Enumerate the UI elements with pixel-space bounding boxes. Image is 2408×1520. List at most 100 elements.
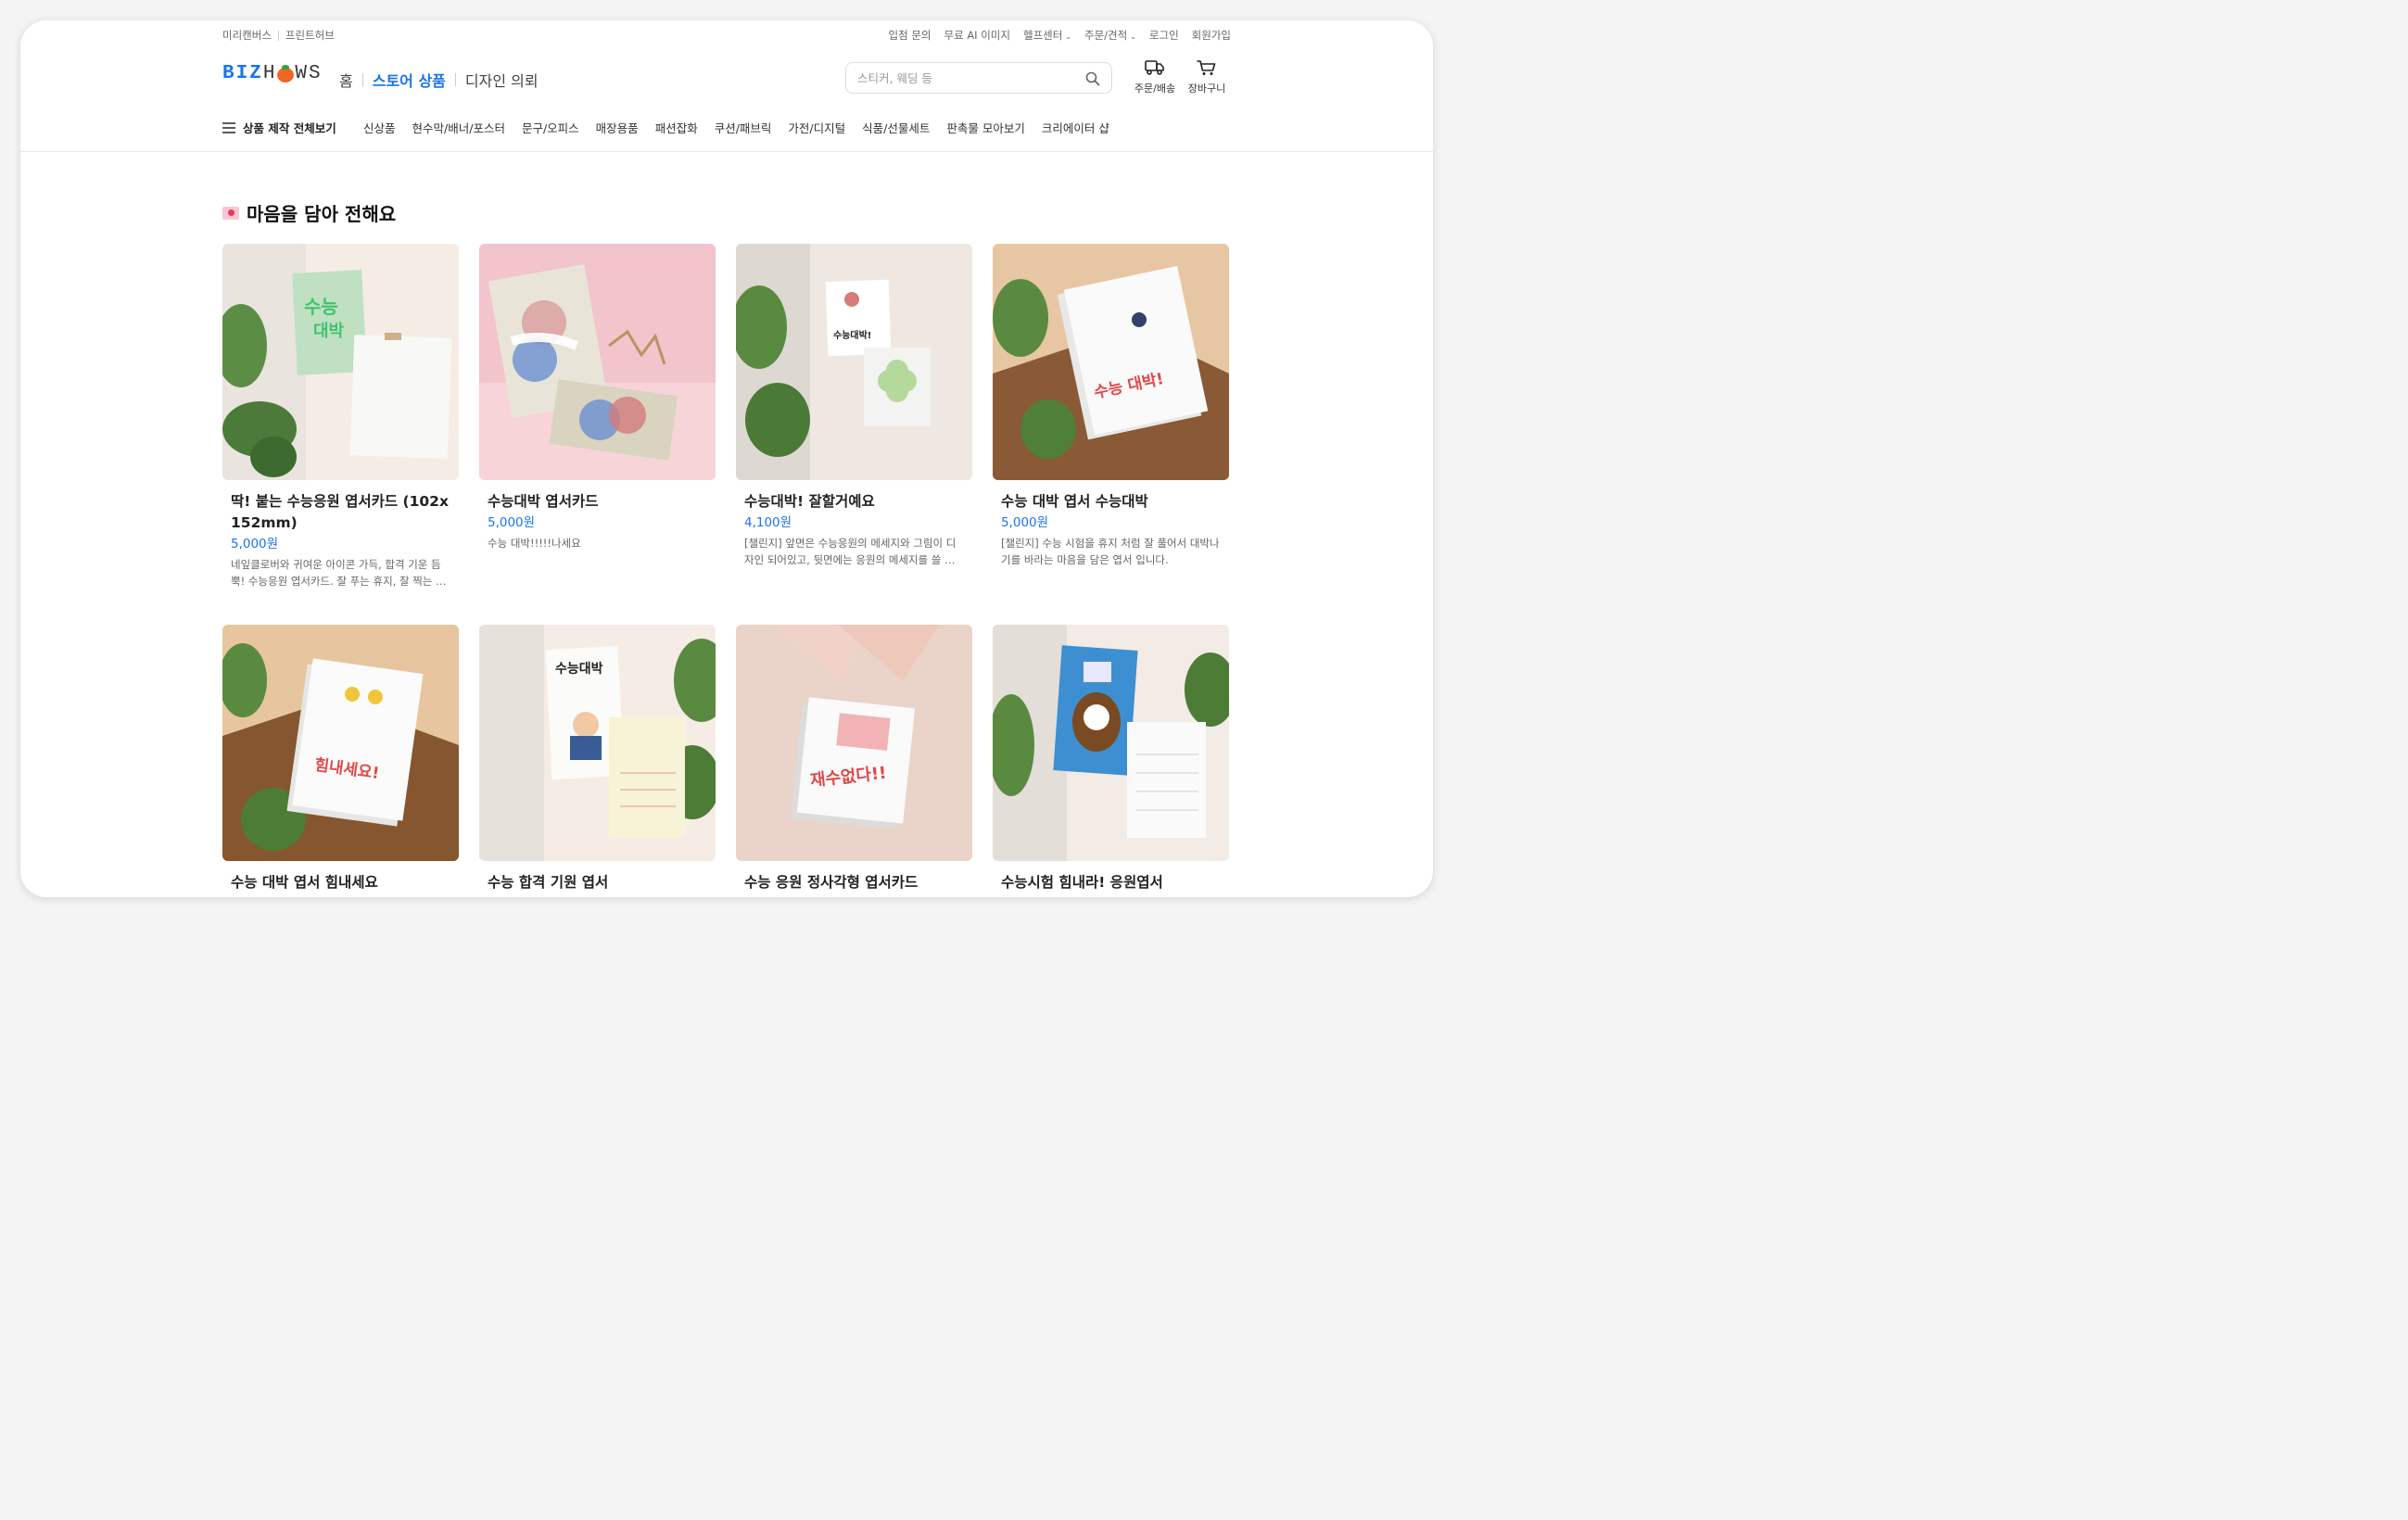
- product-image: 힘내세요!: [222, 625, 459, 861]
- section-title: 마음을 담아 전해요: [222, 199, 1231, 226]
- nav-home[interactable]: 홈: [339, 69, 353, 91]
- product-image: [993, 625, 1229, 861]
- tomato-icon: [277, 64, 295, 82]
- all-categories-button[interactable]: 상품 제작 전체보기: [222, 119, 336, 136]
- product-description: 수능 대박!!!!!나세요: [488, 537, 581, 550]
- product-card[interactable]: 수능 대박 딱! 붙는 수능응원 엽서카드 (102x152mm) 5,000원…: [222, 244, 459, 589]
- cart-icon: [1197, 60, 1216, 75]
- cart-button[interactable]: 장바구니: [1186, 59, 1227, 95]
- love-letter-icon: [222, 206, 239, 220]
- login-link[interactable]: 로그인: [1149, 28, 1179, 43]
- section-title-text: 마음을 담아 전해요: [247, 203, 397, 225]
- signup-link[interactable]: 회원가입: [1192, 28, 1231, 43]
- product-image: 수능 대박: [222, 244, 459, 480]
- divider: [277, 30, 279, 41]
- product-illustration: [479, 244, 716, 480]
- printhub-link[interactable]: 프린트허브: [285, 28, 335, 43]
- product-image: 수능대박: [479, 625, 716, 861]
- product-card[interactable]: 수능대박 수능 합격 기원 엽서: [479, 625, 716, 893]
- product-price: 5,000원: [1001, 515, 1049, 530]
- search-icon[interactable]: [1085, 71, 1100, 86]
- product-title: 수능대박 엽서카드: [488, 493, 599, 510]
- help-center-label: 헬프센터: [1022, 29, 1063, 42]
- product-title: 딱! 붙는 수능응원 엽서카드 (102x152mm): [231, 493, 449, 531]
- category-fashion[interactable]: 패션잡화: [655, 119, 698, 136]
- svg-text:수능: 수능: [304, 296, 338, 318]
- truck-icon: [1145, 60, 1164, 75]
- product-title: 수능시험 힘내라! 응원엽서: [1001, 874, 1163, 891]
- product-title: 수능대박! 잘할거예요: [744, 493, 875, 510]
- logo-text-ws: WS: [295, 63, 323, 84]
- product-card[interactable]: 힘내세요! 수능 대박 엽서 힘내세요: [222, 625, 459, 893]
- utility-bar: 미리캔버스 프린트허브 입점 문의 무료 AI 이미지 헬프센터 ⌄ 주문/견적 ⌄…: [222, 28, 1231, 44]
- family-site-links: 미리캔버스 프린트허브: [222, 28, 335, 43]
- free-ai-image-link[interactable]: 무료 AI 이미지: [944, 28, 1010, 43]
- category-cushion-fabric[interactable]: 쿠션/패브릭: [715, 119, 772, 136]
- product-info: 수능 대박 엽서 수능대박 5,000원 [챌린지] 수능 시험을 휴지 처럼 …: [993, 480, 1229, 568]
- category-list: 신상품 현수막/배너/포스터 문구/오피스 매장용품 패션잡화 쿠션/패브릭 가…: [363, 119, 1109, 136]
- category-food-gift[interactable]: 식품/선물세트: [862, 119, 930, 136]
- product-card[interactable]: 수능 대박! 수능 대박 엽서 수능대박 5,000원 [챌린지] 수능 시험을…: [993, 244, 1229, 568]
- product-title: 수능 합격 기원 엽서: [488, 874, 609, 891]
- order-estimate-menu[interactable]: 주문/견적 ⌄: [1084, 28, 1136, 43]
- svg-text:수능대박: 수능대박: [555, 661, 603, 677]
- category-store-supplies[interactable]: 매장용품: [596, 119, 639, 136]
- category-digital[interactable]: 가전/디지털: [788, 119, 845, 136]
- product-info: 수능 응원 정사각형 엽서카드: [736, 861, 972, 893]
- product-illustration: 수능 대박: [222, 244, 459, 480]
- chevron-down-icon: ⌄: [1065, 32, 1072, 41]
- category-banner-poster[interactable]: 현수막/배너/포스터: [412, 119, 505, 136]
- search-box: [845, 62, 1112, 94]
- product-illustration: 재수없다!!: [736, 625, 972, 861]
- svg-text:대박: 대박: [313, 322, 345, 341]
- product-illustration: [993, 625, 1229, 861]
- partner-inquiry-link[interactable]: 입점 문의: [889, 28, 932, 43]
- nav-design-request[interactable]: 디자인 의뢰: [465, 69, 539, 91]
- product-card[interactable]: 수능대박 엽서카드 5,000원 수능 대박!!!!!나세요: [479, 244, 716, 551]
- product-card[interactable]: 수능대박! 수능대박! 잘할거예요 4,100원 [챌린지] 앞면은 수능응원의…: [736, 244, 972, 568]
- hamburger-menu-icon: [222, 121, 235, 133]
- product-image: [479, 244, 716, 480]
- product-illustration: 수능 대박!: [993, 244, 1229, 480]
- logo-text-biz: BIZ: [222, 63, 263, 84]
- order-delivery-label: 주문/배송: [1134, 82, 1176, 95]
- product-info: 수능대박! 잘할거예요 4,100원 [챌린지] 앞면은 수능응원의 메세지와 …: [736, 480, 972, 568]
- divider: [454, 73, 456, 86]
- svg-text:수능대박!: 수능대박!: [833, 329, 871, 341]
- nav-store-products[interactable]: 스토어 상품: [373, 69, 446, 91]
- product-description: [챌린지] 앞면은 수능응원의 메세지와 그림이 디자인 되어있고, 뒷면에는 …: [744, 537, 957, 566]
- divider: [361, 73, 363, 86]
- category-creator-shop[interactable]: 크리에이터 샵: [1042, 119, 1109, 136]
- chevron-down-icon: ⌄: [1130, 32, 1136, 41]
- product-title: 수능 응원 정사각형 엽서카드: [744, 874, 919, 891]
- product-title: 수능 대박 엽서 수능대박: [1001, 493, 1148, 510]
- product-illustration: 수능대박!: [736, 244, 972, 480]
- order-delivery-button[interactable]: 주문/배송: [1133, 59, 1177, 95]
- help-center-menu[interactable]: 헬프센터 ⌄: [1023, 28, 1071, 43]
- search-input[interactable]: [855, 70, 1072, 86]
- category-new[interactable]: 신상품: [363, 119, 396, 136]
- order-estimate-label: 주문/견적: [1084, 29, 1128, 42]
- product-illustration: 수능대박: [479, 625, 716, 861]
- logo-text-h: H: [262, 63, 277, 84]
- product-card[interactable]: 재수없다!! 수능 응원 정사각형 엽서카드: [736, 625, 972, 893]
- category-promo[interactable]: 판촉물 모아보기: [946, 119, 1024, 136]
- product-image: 수능 대박!: [993, 244, 1229, 480]
- product-info: 수능대박 엽서카드 5,000원 수능 대박!!!!!나세요: [479, 480, 716, 551]
- bizhows-logo[interactable]: BIZ H WS: [222, 63, 323, 84]
- category-navigation: 상품 제작 전체보기 신상품 현수막/배너/포스터 문구/오피스 매장용품 패션…: [222, 119, 1231, 139]
- miricanvas-link[interactable]: 미리캔버스: [222, 28, 272, 43]
- product-description: 네잎클로버와 귀여운 아이콘 가득, 합격 기운 듬뿍! 수능응원 엽서카드. …: [231, 558, 446, 588]
- product-price: 5,000원: [488, 515, 536, 530]
- product-info: 딱! 붙는 수능응원 엽서카드 (102x152mm) 5,000원 네잎클로버…: [222, 480, 459, 589]
- header: BIZ H WS 홈 스토어 상품 디자인 의뢰 스티커, 웨딩 등 주문/배송…: [222, 56, 1231, 104]
- product-card[interactable]: 수능시험 힘내라! 응원엽서: [993, 625, 1229, 893]
- product-image: 재수없다!!: [736, 625, 972, 861]
- header-divider: [20, 151, 1433, 152]
- product-title: 수능 대박 엽서 힘내세요: [231, 874, 378, 891]
- product-info: 수능시험 힘내라! 응원엽서: [993, 861, 1229, 893]
- cart-label: 장바구니: [1187, 82, 1226, 95]
- product-info: 수능 대박 엽서 힘내세요: [222, 861, 459, 893]
- utility-links: 입점 문의 무료 AI 이미지 헬프센터 ⌄ 주문/견적 ⌄ 로그인 회원가입: [889, 28, 1231, 43]
- category-stationery-office[interactable]: 문구/오피스: [522, 119, 579, 136]
